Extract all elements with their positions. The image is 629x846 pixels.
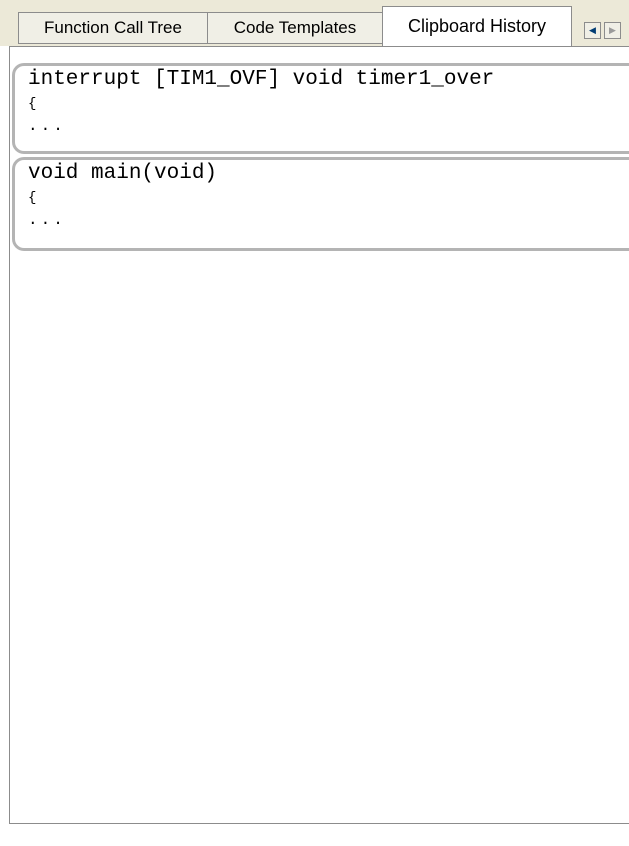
code-line: {	[28, 190, 37, 206]
code-line: void main(void)	[28, 162, 218, 185]
code-line: ...	[28, 117, 66, 135]
tab-label: Clipboard History	[407, 16, 547, 36]
code-line: {	[28, 96, 37, 112]
tab-clipboard-history[interactable]: Clipboard History	[382, 6, 572, 46]
clipboard-item[interactable]: interrupt [TIM1_OVF] void timer1_over { …	[12, 63, 629, 154]
tab-label: Code Templates	[233, 18, 357, 37]
code-line: ...	[28, 211, 66, 229]
code-line: interrupt [TIM1_OVF] void timer1_over	[28, 68, 495, 91]
tab-bar: Function Call Tree Code Templates Clipbo…	[0, 0, 629, 46]
tab-label: Function Call Tree	[44, 18, 182, 37]
scroll-left-arrow-icon[interactable]: ◀	[584, 22, 601, 39]
scroll-right-arrow-icon[interactable]: ▶	[604, 22, 621, 39]
tab-function-call-tree[interactable]: Function Call Tree	[18, 12, 208, 44]
tab-code-templates[interactable]: Code Templates	[207, 12, 383, 44]
clipboard-item[interactable]: void main(void) { ...	[12, 157, 629, 251]
